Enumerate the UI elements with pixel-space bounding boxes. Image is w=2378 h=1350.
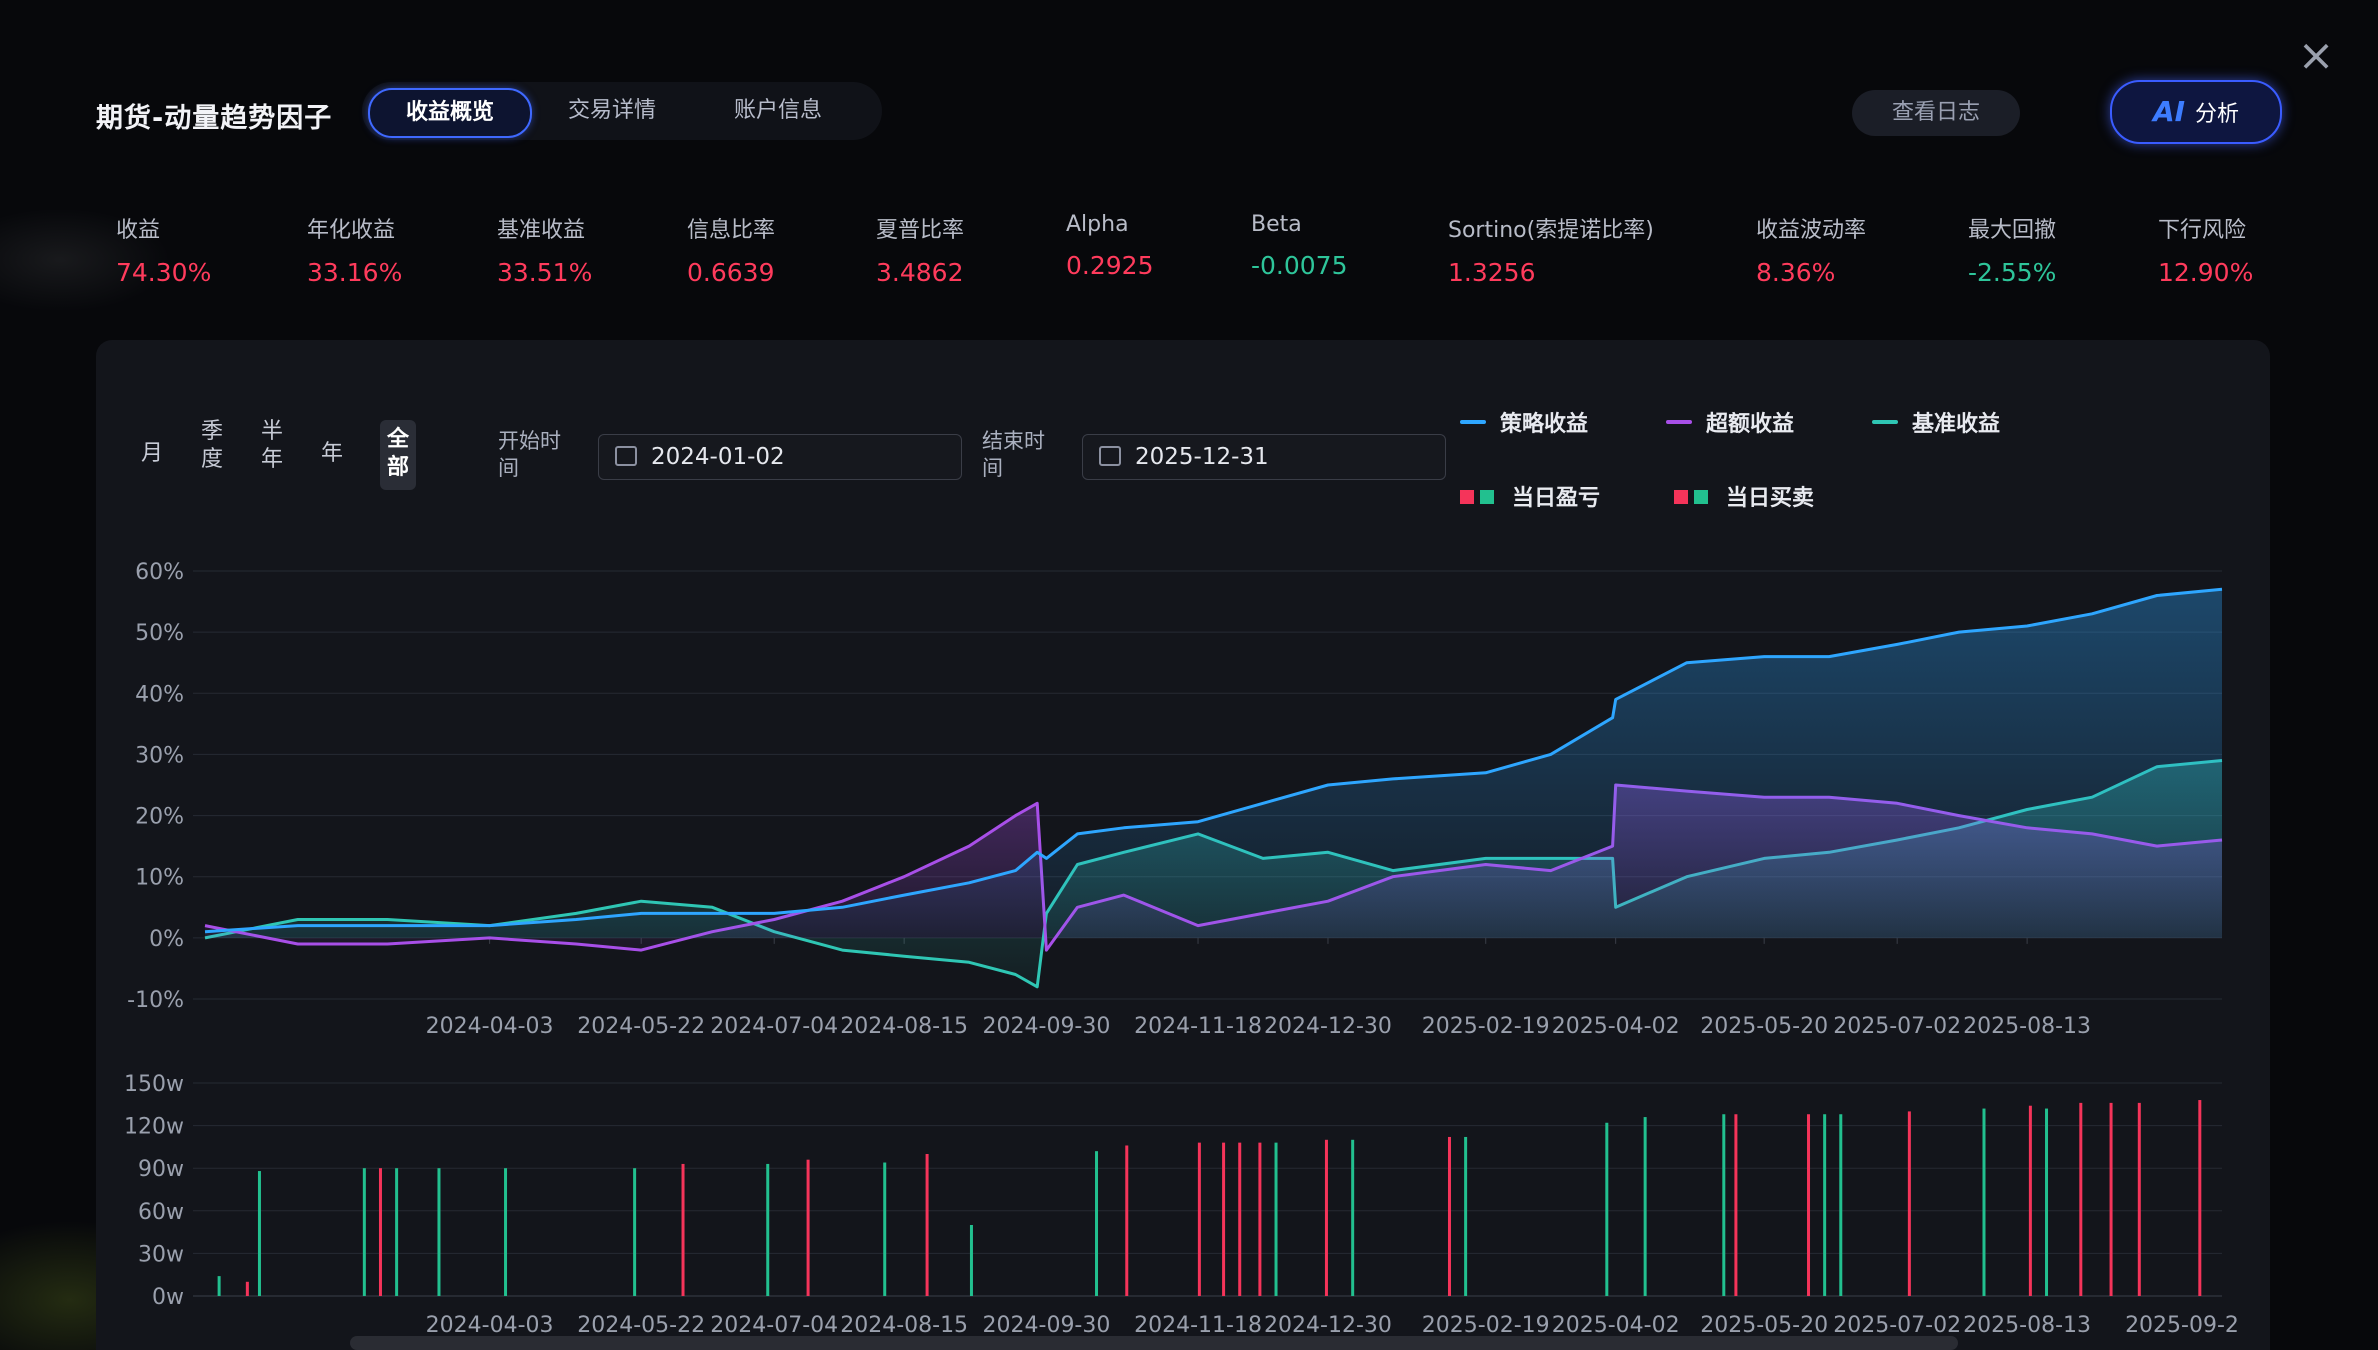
y-tick-label: -10% (127, 988, 184, 1013)
analysis-modal: 期货-动量趋势因子 收益概览 交易详情 账户信息 查看日志 AI 分析 × 收益 7… (0, 0, 2378, 1350)
returns-chart: 60% 50% 40% 30% 20% 10% 0% -10% 2024-04-03 2024-0… (124, 560, 2239, 1338)
volume-bar (1605, 1122, 1609, 1296)
y-tick-label: 60% (135, 560, 184, 585)
volume-bar (2028, 1105, 2032, 1296)
series-area (205, 589, 2222, 938)
volume-bar (883, 1162, 887, 1296)
y-tick-label: 120w (124, 1115, 184, 1140)
volume-bar (1464, 1136, 1468, 1296)
volume-bar (1643, 1117, 1647, 1296)
volume-bar (1125, 1145, 1129, 1296)
x-tick-label: 2024-07-04 (710, 1313, 838, 1338)
x-tick-label: 2024-12-30 (1264, 1014, 1392, 1039)
x-tick-label: 2025-05-20 (1700, 1313, 1828, 1338)
volume-bar (1258, 1142, 1262, 1296)
y-tick-label: 10% (135, 866, 184, 891)
volume-bar (1274, 1142, 1278, 1296)
volume-bar (1197, 1142, 1201, 1296)
x-tick-label: 2024-11-18 (1134, 1014, 1262, 1039)
x-tick-label: 2025-04-02 (1552, 1313, 1680, 1338)
volume-bar (257, 1171, 261, 1296)
x-tick-label: 2024-08-15 (840, 1313, 968, 1338)
volume-bar (806, 1159, 810, 1296)
x-tick-label: 2024-09-30 (983, 1014, 1111, 1039)
volume-bar (1324, 1139, 1328, 1296)
volume-bar (2198, 1100, 2202, 1296)
x-tick-label: 2024-04-03 (426, 1014, 554, 1039)
y-tick-label: 90w (138, 1157, 184, 1182)
volume-bar (504, 1168, 508, 1296)
volume-bar (395, 1168, 399, 1296)
volume-bar (1222, 1142, 1226, 1296)
volume-bar (2045, 1108, 2049, 1296)
volume-bar (633, 1168, 637, 1296)
x-tick-label: 2024-11-18 (1134, 1313, 1262, 1338)
x-tick-label: 2025-07-02 (1833, 1014, 1961, 1039)
volume-bar (1722, 1114, 1726, 1296)
x-tick-label: 2024-08-15 (840, 1014, 968, 1039)
x-tick-label: 2024-04-03 (426, 1313, 554, 1338)
volume-bar (925, 1154, 929, 1296)
x-tick-label: 2025-08-13 (1963, 1313, 2091, 1338)
y-tick-label: 20% (135, 805, 184, 830)
volume-bar (1447, 1136, 1451, 1296)
y-tick-label: 0% (149, 927, 184, 952)
y-tick-label: 30w (138, 1242, 184, 1267)
volume-bar (1907, 1111, 1911, 1296)
volume-bar (1982, 1108, 1986, 1296)
volume-bar (1095, 1151, 1099, 1296)
volume-bar (1351, 1139, 1355, 1296)
x-tick-label: 2024-12-30 (1264, 1313, 1392, 1338)
x-tick-label: 2024-07-04 (710, 1014, 838, 1039)
volume-bar (1734, 1114, 1738, 1296)
volume-bar (969, 1225, 973, 1296)
x-tick-label: 2025-07-02 (1833, 1313, 1961, 1338)
y-tick-label: 40% (135, 682, 184, 707)
volume-bar (217, 1276, 221, 1296)
x-tick-label: 2024-05-22 (577, 1313, 705, 1338)
x-tick-label: 2025-09-2 (2125, 1313, 2239, 1338)
y-tick-label: 150w (124, 1072, 184, 1097)
y-tick-label: 0w (152, 1285, 184, 1310)
volume-bar (2137, 1102, 2141, 1296)
volume-bar (681, 1163, 685, 1296)
x-tick-label: 2025-08-13 (1963, 1014, 2091, 1039)
y-tick-label: 50% (135, 621, 184, 646)
x-tick-label: 2024-05-22 (577, 1014, 705, 1039)
volume-bar (1839, 1114, 1843, 1296)
volume-bar (245, 1281, 249, 1296)
x-tick-label: 2024-09-30 (983, 1313, 1111, 1338)
volume-bar (362, 1168, 366, 1296)
volume-bar (766, 1163, 770, 1296)
volume-bar (1823, 1114, 1827, 1296)
y-tick-label: 30% (135, 743, 184, 768)
volume-bar (2079, 1102, 2083, 1296)
volume-bar (1807, 1114, 1811, 1296)
x-tick-label: 2025-04-02 (1552, 1014, 1680, 1039)
volume-bar (378, 1168, 382, 1296)
volume-bar (1238, 1142, 1242, 1296)
x-tick-label: 2025-05-20 (1700, 1014, 1828, 1039)
x-tick-label: 2025-02-19 (1422, 1313, 1550, 1338)
volume-bar (2109, 1102, 2113, 1296)
volume-bar (437, 1168, 441, 1296)
chart-scrollbar[interactable] (350, 1336, 1958, 1350)
x-tick-label: 2025-02-19 (1422, 1014, 1550, 1039)
y-tick-label: 60w (138, 1200, 184, 1225)
